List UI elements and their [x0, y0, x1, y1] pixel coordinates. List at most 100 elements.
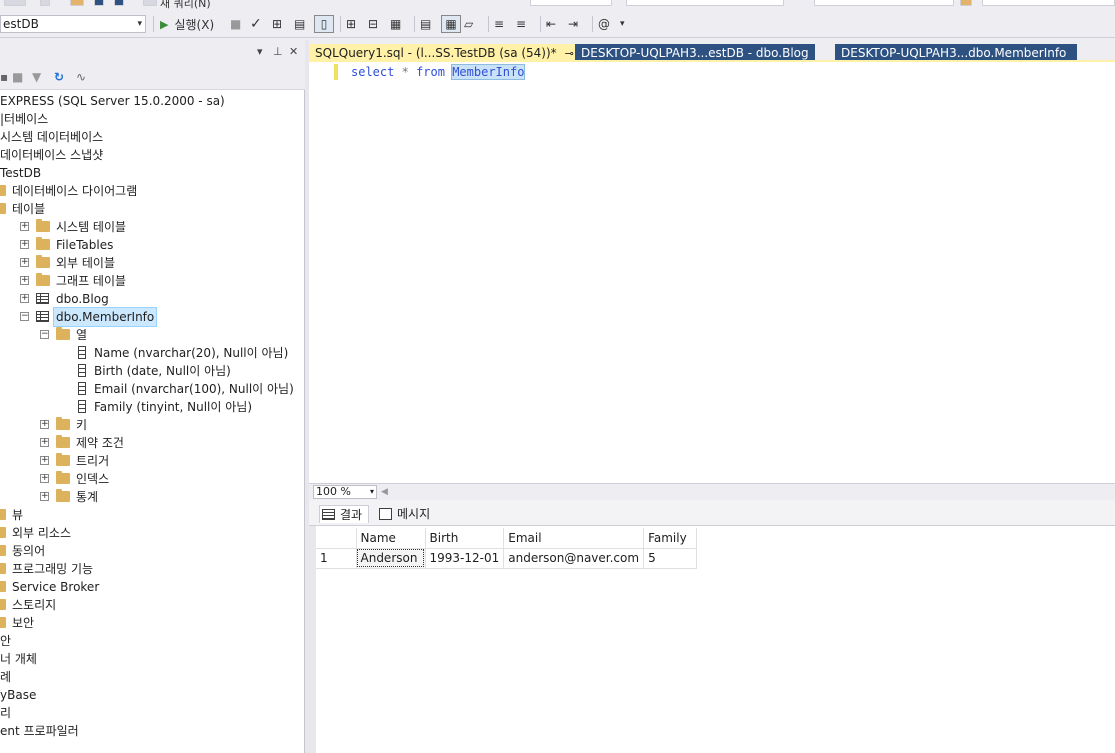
close-icon[interactable]: ✕	[289, 45, 298, 58]
database-select[interactable]: estDB ▾	[0, 15, 146, 33]
refresh-icon[interactable]: ↻	[54, 70, 64, 84]
new-query-menu[interactable]: 새 쿼리(N)	[160, 0, 211, 10]
uncomment-icon[interactable]: ≡	[516, 15, 526, 33]
play-icon: ▶	[160, 17, 169, 31]
comment-icon[interactable]: ≡	[494, 15, 504, 33]
grid-cell[interactable]: anderson@naver.com	[503, 548, 645, 569]
expand-icon[interactable]: +	[40, 438, 49, 447]
grid-icon	[322, 509, 335, 520]
folder-icon	[36, 237, 50, 250]
tree-node-label: 보안	[12, 616, 35, 630]
tree-node-label: dbo.MemberInfo	[52, 307, 158, 327]
expand-icon[interactable]: +	[20, 258, 29, 267]
grid-cell[interactable]: 1993-12-01	[425, 548, 505, 569]
results-to-text-icon[interactable]: ▤	[420, 15, 431, 33]
folder-icon	[36, 255, 50, 268]
object-tree: EXPRESS (SQL Server 15.0.2000 - sa) |터베이스…	[0, 92, 305, 753]
pin-icon[interactable]: ⊥	[273, 45, 283, 58]
decrease-indent-icon[interactable]: ⇤	[546, 15, 556, 33]
expand-icon[interactable]: +	[20, 240, 29, 249]
tree-node-label: Family (tinyint, Null이 아님)	[94, 400, 252, 414]
results-to-file-icon[interactable]: ▱	[464, 15, 473, 33]
tree-node-label: 동의어	[12, 544, 46, 558]
column-header-birth[interactable]: Birth	[425, 528, 505, 549]
execute-button[interactable]: ▶ 실행(X)	[160, 15, 214, 33]
column-icon	[78, 346, 86, 359]
table-icon	[36, 311, 49, 322]
expand-icon[interactable]: +	[40, 420, 49, 429]
change-tracking-marker	[334, 64, 338, 80]
disconnect-icon[interactable]: ▪	[0, 70, 8, 84]
toolbar-overflow-icon[interactable]: ▾	[620, 15, 625, 33]
expand-icon[interactable]: +	[20, 294, 29, 303]
document-tabs: SQLQuery1.sql - (l...SS.TestDB (sa (54))…	[309, 40, 1115, 62]
increase-indent-icon[interactable]: ⇥	[568, 15, 578, 33]
client-stats-icon[interactable]: ▦	[390, 15, 401, 33]
live-stats-icon[interactable]: ⊟	[368, 15, 378, 33]
table-icon	[36, 293, 49, 304]
row-number-header[interactable]	[316, 528, 357, 549]
intellisense-icon[interactable]: ▯	[314, 15, 334, 33]
filter-icon[interactable]: ▼	[32, 70, 41, 84]
tree-node-label: Birth (date, Null이 아님)	[94, 364, 231, 378]
zoom-select[interactable]: 100 % ▾	[313, 485, 377, 499]
column-header-family[interactable]: Family	[643, 528, 698, 549]
tree-node-label: Service Broker	[12, 580, 100, 594]
parse-check-button[interactable]: ✓	[250, 15, 262, 33]
tree-node-label: 시스템 테이블	[56, 220, 127, 234]
column-header-email[interactable]: Email	[503, 528, 645, 549]
tree-node-label: 데이터베이스 다이어그램	[12, 184, 138, 198]
tree-node-label: 스토리지	[12, 598, 57, 612]
tab-messages[interactable]: 메시지	[377, 505, 430, 523]
collapse-icon[interactable]: −	[20, 312, 29, 321]
folder-icon	[0, 545, 6, 556]
column-header-name[interactable]: Name	[356, 528, 426, 549]
results-to-grid-icon[interactable]: ▦	[441, 15, 461, 33]
grid-header-row: Name Birth Email Family	[316, 528, 698, 549]
top-toolbar-strip: 새 쿼리(N)	[0, 0, 1115, 10]
include-plan-icon[interactable]: ⊞	[346, 15, 356, 33]
stop-button[interactable]: ■	[230, 15, 241, 33]
tree-node-label: 통계	[76, 490, 99, 504]
folder-icon	[0, 581, 6, 592]
folder-icon	[0, 563, 6, 574]
folder-icon	[36, 219, 50, 232]
expand-icon[interactable]: +	[20, 276, 29, 285]
tree-node-label: TestDB	[0, 166, 42, 180]
results-grid-area: Name Birth Email Family 1 Anderson 1993-…	[316, 526, 1115, 753]
expand-icon[interactable]: +	[40, 456, 49, 465]
activity-monitor-icon[interactable]: ∿	[76, 70, 86, 84]
tree-node-label: Email (nvarchar(100), Null이 아님)	[94, 382, 294, 396]
window-position-icon[interactable]: ▾	[257, 45, 263, 58]
row-number[interactable]: 1	[316, 548, 357, 569]
collapse-icon[interactable]: −	[40, 330, 49, 339]
estimated-plan-icon[interactable]: ⊞	[272, 15, 282, 33]
query-text[interactable]: select * from MemberInfo	[351, 64, 526, 80]
folder-icon	[0, 599, 6, 610]
tree-node-label: EXPRESS (SQL Server 15.0.2000 - sa)	[0, 94, 225, 108]
tree-node-label: 안	[0, 634, 12, 648]
grid-cell[interactable]: Anderson	[356, 548, 426, 569]
tree-node-label: yBase	[0, 688, 37, 702]
expand-icon[interactable]: +	[20, 222, 29, 231]
chevron-down-icon: ▾	[369, 487, 374, 496]
scroll-left-icon[interactable]: ◀	[381, 487, 388, 497]
folder-icon	[56, 327, 70, 340]
tree-node-label: 시스템 데이터베이스	[0, 130, 104, 144]
pin-icon[interactable]: ⊸	[565, 47, 574, 60]
tree-node-label: 외부 테이블	[56, 256, 116, 270]
folder-icon	[56, 489, 70, 502]
tree-node-label: 키	[76, 418, 88, 432]
expand-icon[interactable]: +	[40, 492, 49, 501]
folder-icon	[36, 273, 50, 286]
tree-node-label: 데이터베이스 스냅샷	[0, 148, 104, 162]
query-editor[interactable]: select * from MemberInfo	[309, 62, 1115, 483]
grid-cell[interactable]: 5	[643, 548, 698, 569]
results-grid: Name Birth Email Family 1 Anderson 1993-…	[316, 528, 698, 569]
specify-values-icon[interactable]: @	[598, 15, 610, 33]
table-row: 1 Anderson 1993-12-01 anderson@naver.com…	[316, 548, 698, 569]
query-options-icon[interactable]: ▤	[294, 15, 305, 33]
stop-icon[interactable]: ■	[12, 70, 23, 84]
expand-icon[interactable]: +	[40, 474, 49, 483]
tab-results[interactable]: 결과	[319, 505, 370, 523]
